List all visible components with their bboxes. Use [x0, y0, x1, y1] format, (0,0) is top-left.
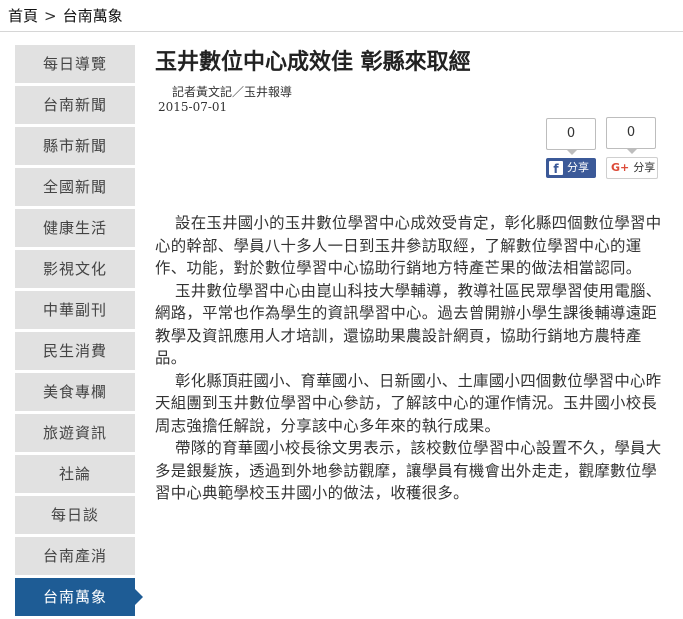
facebook-share-count: 0 [546, 118, 596, 155]
facebook-share-label: 分享 [567, 161, 589, 174]
breadcrumb: 首頁 > 台南萬象 [8, 4, 123, 28]
article-date: 2015-07-01 [158, 100, 228, 114]
facebook-share-widget: 0 f 分享 [546, 118, 598, 178]
article-paragraph: 設在玉井國小的玉井數位學習中心成效受肯定，彰化縣四個數位學習中心的幹部、學員八十… [155, 214, 662, 277]
header-divider [0, 31, 683, 32]
article-reporter: 記者黃文記／玉井報導 [172, 85, 293, 99]
sidebar-item-consumer[interactable]: 民生消費 [15, 332, 135, 370]
article-body: 設在玉井國小的玉井數位學習中心成效受肯定，彰化縣四個數位學習中心的幹部、學員八十… [155, 212, 665, 505]
sidebar-item-national-news[interactable]: 全國新聞 [15, 168, 135, 206]
breadcrumb-separator: > [44, 7, 57, 25]
googleplus-icon: G+ [611, 161, 630, 174]
googleplus-share-label: 分享 [633, 161, 656, 174]
sidebar-item-food-column[interactable]: 美食專欄 [15, 373, 135, 411]
sidebar-item-supplement[interactable]: 中華副刊 [15, 291, 135, 329]
sidebar-item-county-news[interactable]: 縣市新聞 [15, 127, 135, 165]
sidebar-item-tainan-news[interactable]: 台南新聞 [15, 86, 135, 124]
article-paragraph: 帶隊的育華國小校長徐文男表示，該校數位學習中心設置不久，學員大多是銀髮族，透過到… [155, 439, 662, 502]
sidebar-item-daily-talk[interactable]: 每日談 [15, 496, 135, 534]
googleplus-share-widget: 0 G+ 分享 [606, 117, 658, 179]
sidebar-item-editorial[interactable]: 社論 [15, 455, 135, 493]
sidebar-item-tainan-panorama[interactable]: 台南萬象 [15, 578, 143, 616]
breadcrumb-home-link[interactable]: 首頁 [8, 7, 38, 25]
article-paragraph: 彰化縣頂莊國小、育華國小、日新國小、土庫國小四個數位學習中心昨天組團到玉井數位學… [155, 371, 662, 435]
sidebar-item-tainan-products[interactable]: 台南產消 [15, 537, 135, 575]
sidebar-item-health[interactable]: 健康生活 [15, 209, 135, 247]
facebook-share-button[interactable]: f 分享 [546, 158, 596, 178]
sidebar-item-travel[interactable]: 旅遊資訊 [15, 414, 135, 452]
article-title: 玉井數位中心成效佳 彰縣來取經 [155, 49, 471, 75]
googleplus-share-button[interactable]: G+ 分享 [606, 157, 658, 179]
sidebar-nav: 每日導覽 台南新聞 縣市新聞 全國新聞 健康生活 影視文化 中華副刊 民生消費 … [15, 45, 143, 619]
sidebar-item-film-culture[interactable]: 影視文化 [15, 250, 135, 288]
facebook-icon: f [549, 161, 563, 176]
googleplus-share-count: 0 [606, 117, 656, 154]
breadcrumb-current: 台南萬象 [62, 7, 123, 25]
article-paragraph: 玉井數位學習中心由崑山科技大學輔導，教導社區民眾學習使用電腦、網路，平常也作為學… [155, 281, 662, 368]
sidebar-item-daily-guide[interactable]: 每日導覽 [15, 45, 135, 83]
